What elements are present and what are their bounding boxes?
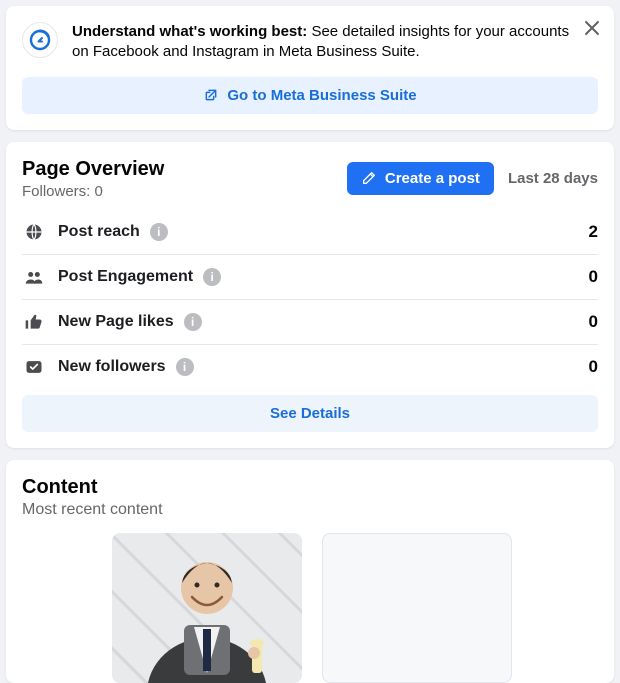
edit-icon	[361, 170, 377, 186]
metric-label: Post reach	[58, 223, 140, 241]
metric-row-new-followers: New followers i 0	[22, 345, 598, 389]
content-title: Content	[22, 476, 598, 499]
banner-text: Understand what's working best: See deta…	[72, 22, 598, 63]
metric-label: New followers	[58, 358, 166, 376]
info-icon[interactable]: i	[176, 358, 194, 376]
metric-value: 0	[589, 312, 598, 332]
info-icon[interactable]: i	[184, 313, 202, 331]
metric-value: 2	[589, 222, 598, 242]
close-banner-button[interactable]	[580, 16, 604, 40]
meta-insights-banner: Understand what's working best: See deta…	[6, 6, 614, 130]
info-icon[interactable]: i	[150, 223, 168, 241]
metric-label: New Page likes	[58, 313, 174, 331]
insights-icon	[22, 22, 58, 58]
metric-row-post-reach: Post reach i 2	[22, 210, 598, 255]
see-details-button[interactable]: See Details	[22, 395, 598, 432]
page-overview-title: Page Overview	[22, 158, 164, 181]
globe-icon	[22, 220, 46, 244]
go-to-meta-business-suite-button[interactable]: Go to Meta Business Suite	[22, 77, 598, 114]
follower-badge-icon	[22, 355, 46, 379]
thumbnail-image	[112, 533, 302, 683]
create-post-button[interactable]: Create a post	[347, 162, 494, 195]
period-label: Last 28 days	[508, 170, 598, 187]
content-subtitle: Most recent content	[22, 501, 598, 519]
thumbs-up-icon	[22, 310, 46, 334]
content-thumbnails-row	[22, 533, 598, 683]
metric-value: 0	[589, 357, 598, 377]
metric-row-page-likes: New Page likes i 0	[22, 300, 598, 345]
banner-headline: Understand what's working best:	[72, 23, 311, 40]
content-card: Content Most recent content	[6, 460, 614, 683]
close-icon	[580, 16, 604, 40]
followers-count: Followers: 0	[22, 183, 164, 200]
content-thumbnail-placeholder[interactable]	[322, 533, 512, 683]
create-post-label: Create a post	[385, 170, 480, 187]
content-thumbnail[interactable]	[112, 533, 302, 683]
metric-label: Post Engagement	[58, 268, 193, 286]
page-overview-card: Page Overview Followers: 0 Create a post…	[6, 142, 614, 448]
info-icon[interactable]: i	[203, 268, 221, 286]
see-details-label: See Details	[270, 405, 350, 422]
metric-row-post-engagement: Post Engagement i 0	[22, 255, 598, 300]
go-button-label: Go to Meta Business Suite	[227, 87, 416, 104]
external-link-icon	[203, 87, 219, 103]
people-icon	[22, 265, 46, 289]
metric-value: 0	[589, 267, 598, 287]
